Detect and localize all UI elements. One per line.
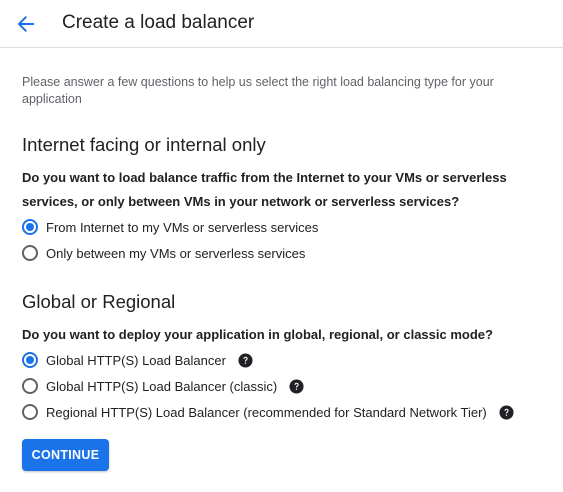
radio-option-global-https[interactable]: Global HTTP(S) Load Balancer bbox=[22, 349, 253, 371]
question-global-regional: Do you want to deploy your application i… bbox=[22, 327, 493, 342]
intro-text: Please answer a few questions to help us… bbox=[22, 75, 494, 106]
back-button[interactable] bbox=[12, 10, 40, 38]
radio-label: From Internet to my VMs or serverless se… bbox=[46, 219, 319, 235]
radio-button-selected[interactable] bbox=[22, 352, 38, 368]
radio-label: Global HTTP(S) Load Balancer bbox=[46, 352, 226, 368]
radio-option-only-between[interactable]: Only between my VMs or serverless servic… bbox=[22, 242, 305, 264]
radio-label: Regional HTTP(S) Load Balancer (recommen… bbox=[46, 404, 487, 420]
radio-label: Only between my VMs or serverless servic… bbox=[46, 245, 306, 261]
radio-button[interactable] bbox=[22, 404, 38, 420]
radio-button[interactable] bbox=[22, 245, 38, 261]
section-title-internet-facing: Internet facing or internal only bbox=[22, 134, 266, 155]
radio-button-selected[interactable] bbox=[22, 219, 38, 235]
help-icon[interactable] bbox=[238, 352, 253, 368]
section-title-global-regional: Global or Regional bbox=[22, 291, 176, 312]
radio-option-global-https-classic[interactable]: Global HTTP(S) Load Balancer (classic) bbox=[22, 375, 304, 397]
page-title: Create a load balancer bbox=[62, 12, 255, 33]
radio-button[interactable] bbox=[22, 378, 38, 394]
help-icon[interactable] bbox=[499, 404, 514, 420]
radio-option-regional-https[interactable]: Regional HTTP(S) Load Balancer (recommen… bbox=[22, 401, 514, 423]
radio-option-from-internet[interactable]: From Internet to my VMs or serverless se… bbox=[22, 216, 318, 238]
continue-button[interactable]: CONTINUE bbox=[22, 439, 109, 471]
question-internet-facing: Do you want to load balance traffic from… bbox=[22, 170, 507, 209]
radio-label: Global HTTP(S) Load Balancer (classic) bbox=[46, 378, 278, 394]
help-icon[interactable] bbox=[289, 378, 304, 394]
arrow-back-icon bbox=[17, 16, 34, 32]
page-header: Create a load balancer bbox=[0, 0, 563, 48]
